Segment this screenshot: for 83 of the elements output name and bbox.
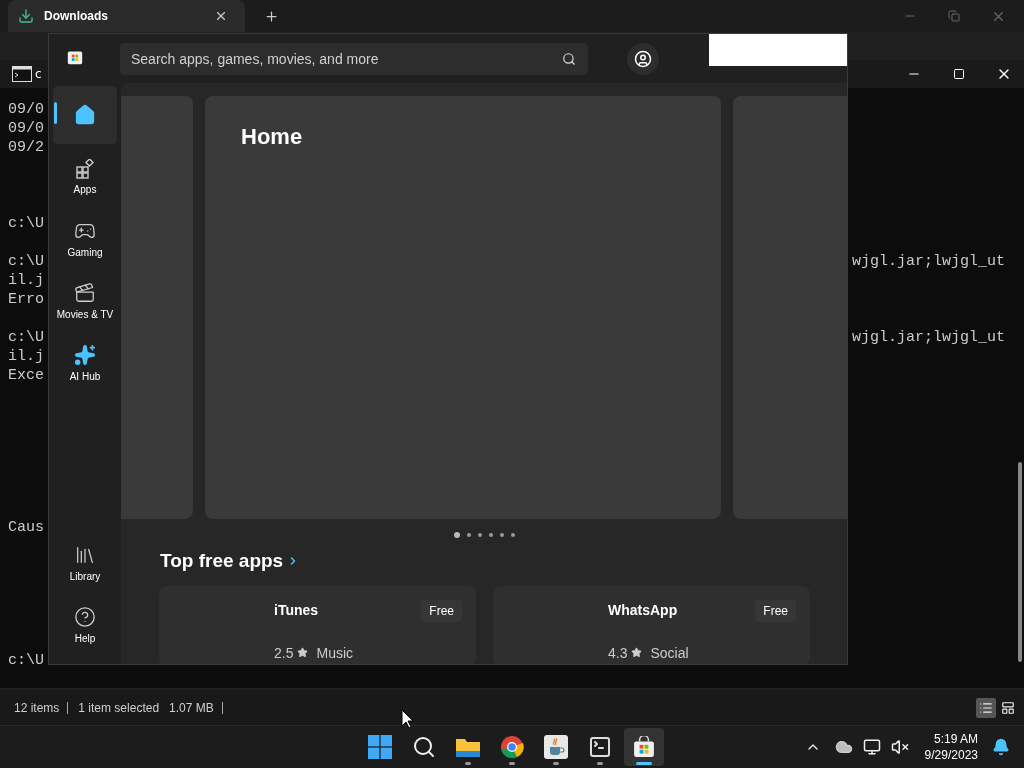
nav-item[interactable]: [53, 86, 117, 144]
terminal-line: 09/0: [8, 100, 44, 119]
tiles-view-icon: [1001, 700, 1015, 715]
nav-item[interactable]: Library: [53, 534, 117, 592]
chrome-icon: [500, 735, 524, 759]
app-card[interactable]: iTunes Free 2.5 Music: [159, 586, 476, 664]
search-icon: [412, 735, 436, 759]
nav-item[interactable]: Movies & TV: [53, 272, 117, 330]
app-card[interactable]: WhatsApp Free 4.3 Social: [493, 586, 810, 664]
search-field[interactable]: Search apps, games, movies, and more: [120, 43, 588, 75]
help-icon: [74, 606, 96, 628]
terminal-line: 09/0: [8, 119, 44, 138]
list-view-icon: [979, 700, 993, 715]
nav-item[interactable]: Gaming: [53, 210, 117, 268]
app-name: iTunes: [274, 602, 320, 620]
selection-size: 1.07 MB: [169, 701, 223, 714]
app-category: Music: [316, 644, 354, 661]
selection-info: 1 item selected: [78, 701, 161, 714]
section-link[interactable]: Top free apps: [160, 550, 300, 572]
carousel-dot[interactable]: [488, 533, 493, 537]
terminal-line: wjgl.jar;lwjgl_ut: [851, 328, 1005, 347]
nav-item[interactable]: Help: [53, 596, 117, 654]
user-icon: [634, 50, 652, 68]
clapperboard-icon: [74, 282, 96, 304]
monitor-icon: [862, 738, 881, 756]
download-icon: [18, 8, 34, 24]
price-button[interactable]: Free: [421, 600, 462, 622]
star-icon: [297, 647, 309, 658]
nav-item[interactable]: Apps: [53, 148, 117, 206]
item-count: 12 items: [14, 701, 69, 714]
library-books-icon: [74, 544, 96, 566]
clock-time: 5:19 AM: [933, 731, 978, 747]
bell-icon[interactable]: [992, 738, 1010, 756]
search-icon: [562, 52, 576, 66]
clock[interactable]: 5:19 AM 9/29/2023: [924, 731, 978, 763]
carousel-dot[interactable]: [510, 533, 515, 537]
app-name: WhatsApp: [608, 602, 679, 620]
mouse-cursor-icon: [401, 709, 414, 729]
terminal-line: c:\U: [8, 328, 44, 347]
terminal-line: c:\U: [8, 651, 44, 670]
terminal-line: il.j: [8, 271, 44, 290]
app-rating: 4.3: [608, 644, 628, 661]
page-title: Home: [241, 124, 304, 150]
app-category: Social: [650, 644, 689, 661]
store-logo-icon: [67, 49, 83, 65]
price-button[interactable]: Free: [755, 600, 796, 622]
nav-item[interactable]: AI Hub: [53, 334, 117, 392]
app-rating: 2.5: [274, 644, 294, 661]
carousel-dot[interactable]: [466, 533, 471, 537]
sparkle-icon: [74, 344, 96, 366]
muted-speaker-icon: [890, 738, 909, 756]
cloud-icon: [834, 738, 853, 756]
maximize-icon[interactable]: [953, 68, 965, 80]
account-button[interactable]: [627, 43, 659, 75]
terminal-line: il.j: [8, 347, 44, 366]
star-icon: [631, 647, 643, 658]
terminal-line: 09/2: [8, 138, 44, 157]
carousel-dot[interactable]: [477, 533, 482, 537]
clock-date: 9/29/2023: [924, 747, 978, 763]
command-prompt-icon: [12, 66, 32, 82]
tab-title: Downloads: [44, 9, 109, 23]
home-icon: [74, 104, 96, 126]
carousel-dot[interactable]: [499, 533, 504, 537]
apps-grid-icon: [75, 159, 95, 179]
terminal-line: c:\U: [8, 252, 44, 271]
folder-icon: [455, 736, 481, 758]
terminal-line: Erro: [8, 290, 44, 309]
terminal-line: c:\U: [8, 214, 44, 233]
scrollbar-thumb[interactable]: [1018, 462, 1022, 662]
terminal-line: Exce: [8, 366, 44, 385]
taskbar-button[interactable]: [624, 728, 664, 766]
store-bag-icon: [633, 736, 655, 758]
terminal-icon: [588, 735, 612, 759]
terminal-title: c: [35, 67, 42, 81]
terminal-line: wjgl.jar;lwjgl_ut: [851, 252, 1005, 271]
details-view-button[interactable]: [976, 697, 996, 718]
terminal-line: Caus: [8, 518, 44, 537]
carousel-dot[interactable]: [453, 532, 460, 538]
browser-tab[interactable]: Downloads: [8, 0, 245, 32]
close-icon[interactable]: [214, 9, 228, 23]
windows-logo-icon: [368, 735, 392, 759]
plus-icon[interactable]: [263, 8, 279, 24]
coffee-cup-icon: [544, 735, 568, 759]
